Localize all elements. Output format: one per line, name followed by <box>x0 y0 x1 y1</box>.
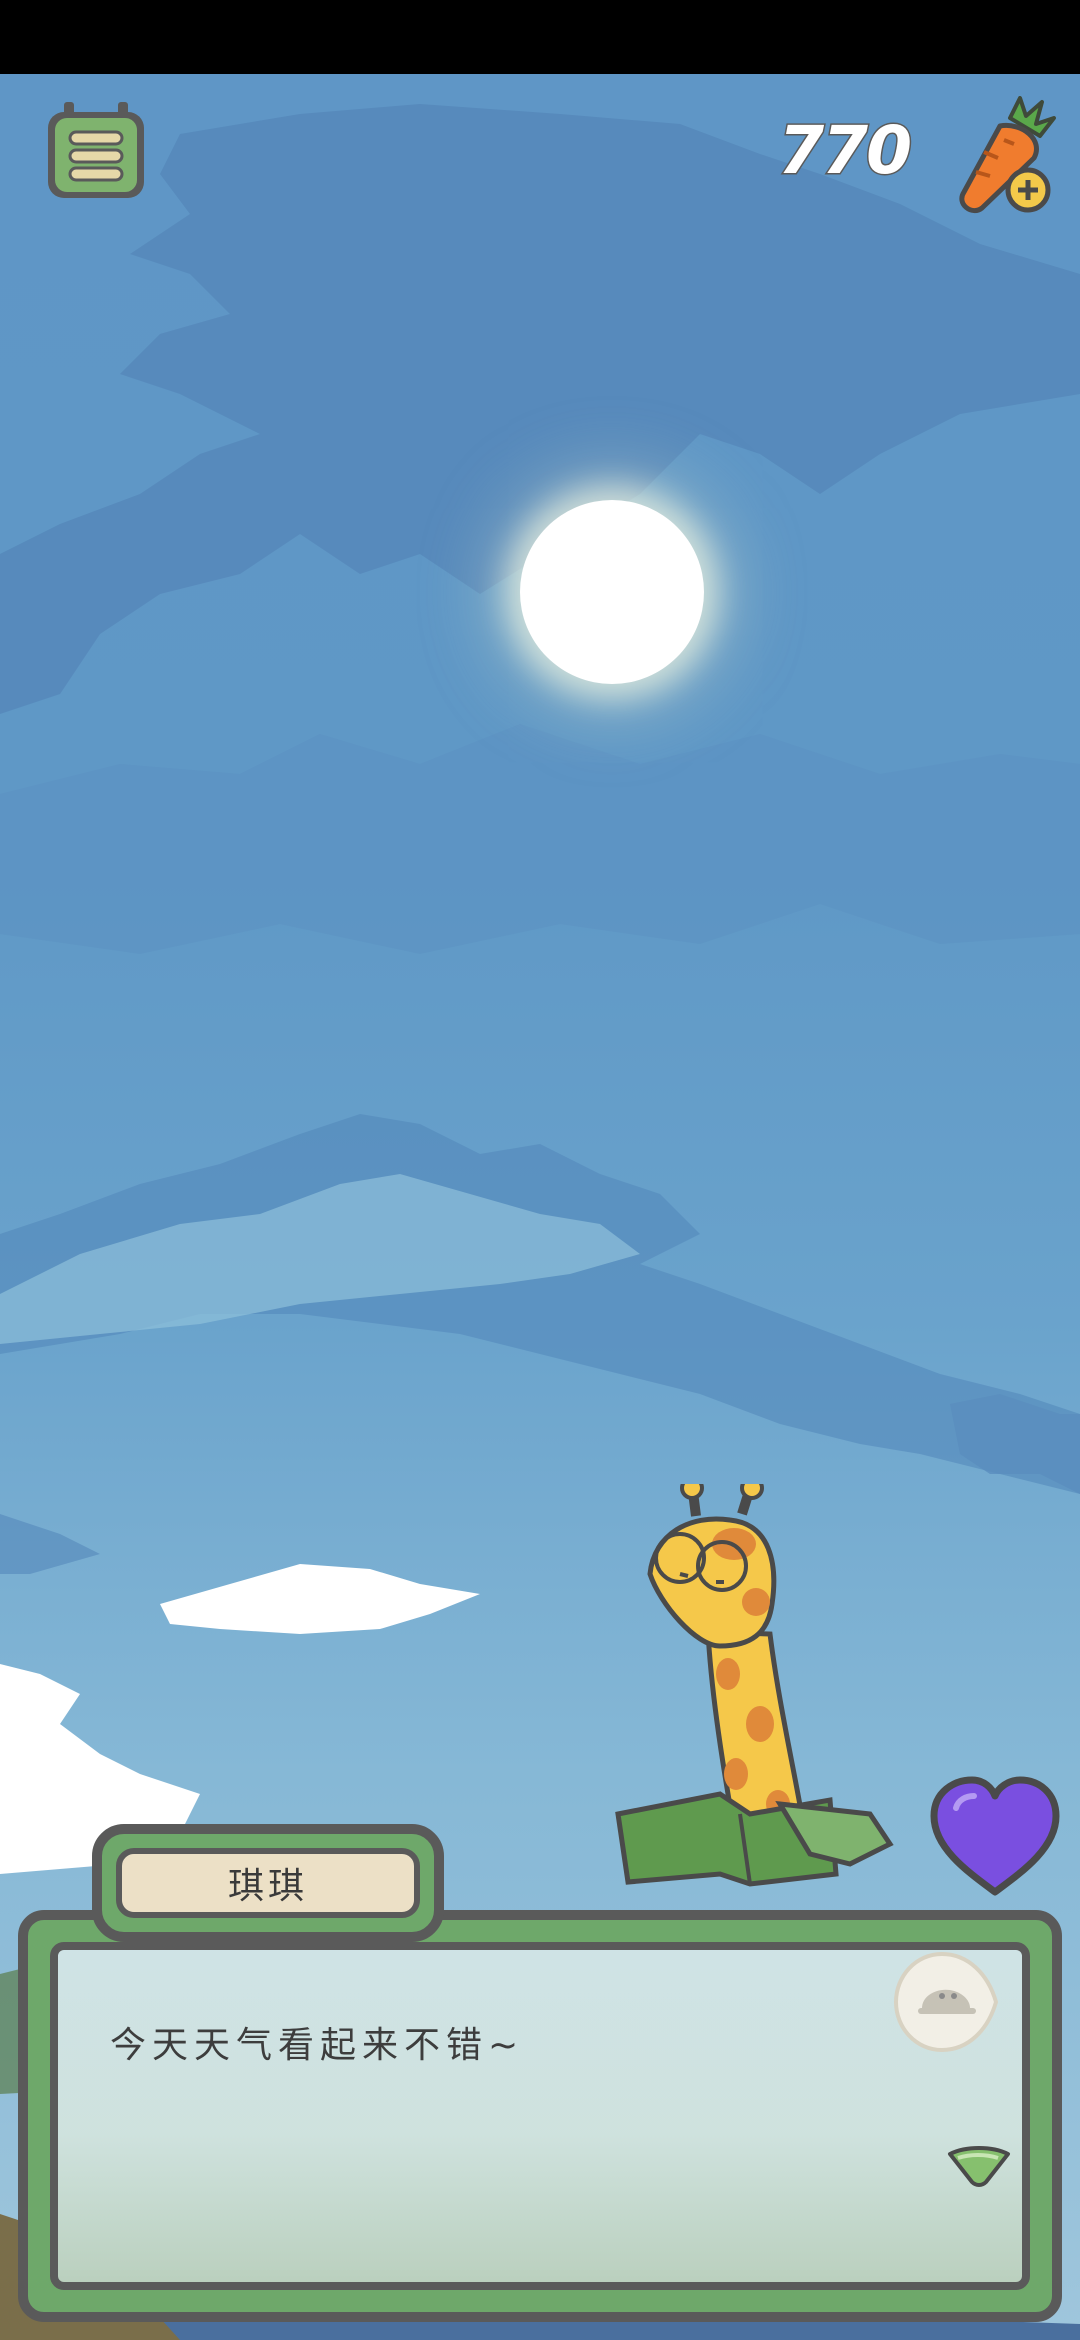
dialog-box[interactable]: 琪琪 今天天气看起来不错~ <box>0 1824 1080 2340</box>
dialog-frame: 今天天气看起来不错~ <box>18 1910 1062 2322</box>
game-scene: 770 琪琪 今天天气看起来不错~ <box>0 74 1080 2340</box>
carrot-plus-icon[interactable] <box>950 96 1060 216</box>
next-arrow-icon[interactable] <box>946 2144 1012 2188</box>
status-bar <box>0 0 1080 74</box>
dialog-panel: 今天天气看起来不错~ <box>50 1942 1030 2290</box>
sun <box>520 500 704 684</box>
skip-icon[interactable] <box>892 1950 1002 2054</box>
speaker-tab: 琪琪 <box>92 1824 444 1942</box>
speaker-name: 琪琪 <box>116 1848 420 1918</box>
carrot-count: 770 <box>777 111 914 191</box>
menu-icon[interactable] <box>44 102 148 202</box>
dialog-message: 今天天气看起来不错~ <box>110 2025 525 2066</box>
